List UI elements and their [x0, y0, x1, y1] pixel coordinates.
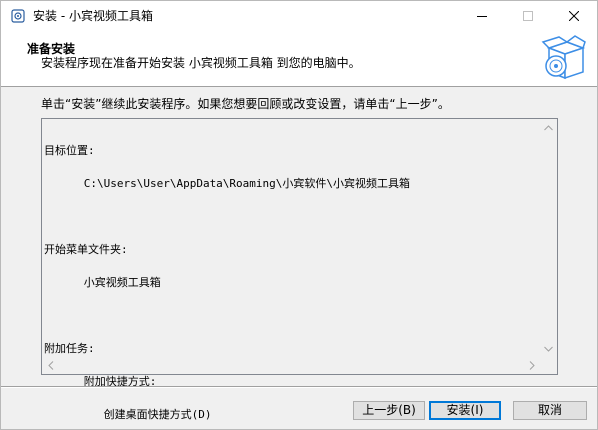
installer-window: 安装 - 小宾视频工具箱 准备安装 安装程序现在准备开始安装 小宾视频工具箱 到… [0, 0, 598, 430]
memo-line [44, 211, 538, 222]
memo-line: C:\Users\User\AppData\Roaming\小宾软件\小宾视频工… [44, 177, 411, 190]
installer-box-icon [541, 35, 586, 80]
scroll-up-icon[interactable] [540, 119, 557, 136]
memo-line: 目标位置: [44, 144, 95, 157]
scroll-down-icon[interactable] [540, 340, 557, 357]
wizard-header: 准备安装 安装程序现在准备开始安装 小宾视频工具箱 到您的电脑中。 [1, 31, 597, 87]
install-button[interactable]: 安装(I) [429, 401, 501, 420]
instruction-text: 单击“安装”继续此安装程序。如果您想要回顾或改变设置，请单击“上一步”。 [41, 97, 450, 111]
close-icon [569, 11, 579, 21]
scroll-right-icon[interactable] [523, 357, 540, 374]
back-button[interactable]: 上一步(B) [353, 401, 425, 420]
memo-line: 附加任务: [44, 342, 95, 355]
maximize-icon [523, 11, 533, 21]
maximize-button[interactable] [505, 1, 551, 31]
memo-content: 目标位置: C:\Users\User\AppData\Roaming\小宾软件… [44, 123, 538, 430]
vertical-scrollbar[interactable] [540, 119, 557, 357]
window-title: 安装 - 小宾视频工具箱 [33, 9, 153, 23]
ready-memo[interactable]: 目标位置: C:\Users\User\AppData\Roaming\小宾软件… [41, 118, 558, 420]
horizontal-scrollbar[interactable] [42, 357, 540, 374]
page-subtitle: 安装程序现在准备开始安装 小宾视频工具箱 到您的电脑中。 [41, 56, 361, 70]
close-button[interactable] [551, 1, 597, 31]
scroll-corner [540, 357, 557, 374]
memo-line: 小宾视频工具箱 [44, 276, 161, 289]
title-bar[interactable]: 安装 - 小宾视频工具箱 [1, 1, 597, 31]
minimize-icon [477, 16, 487, 17]
app-icon [11, 9, 25, 23]
memo-line: 开始菜单文件夹: [44, 243, 128, 256]
footer-divider [1, 386, 597, 388]
cancel-button[interactable]: 取消 [513, 401, 587, 420]
scroll-left-icon[interactable] [42, 357, 59, 374]
memo-line [44, 310, 538, 321]
minimize-button[interactable] [459, 1, 505, 31]
